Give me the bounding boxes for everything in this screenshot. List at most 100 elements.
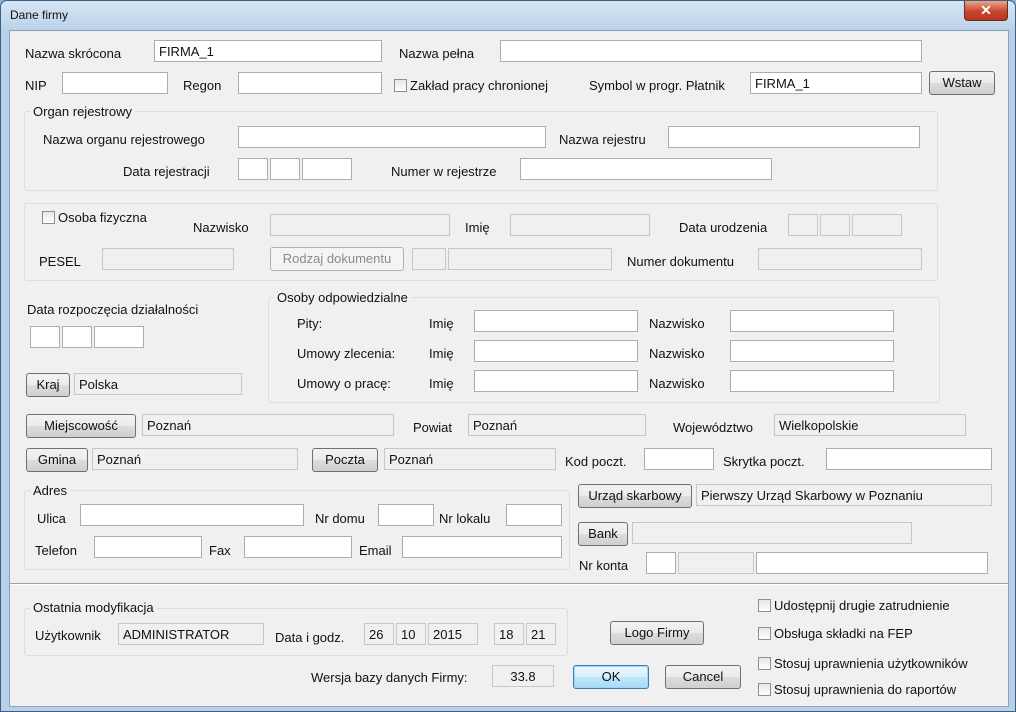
- nip-input[interactable]: [62, 72, 168, 94]
- natural-person-label: Osoba fizyczna: [58, 210, 147, 225]
- user-permissions-checkbox[interactable]: [758, 657, 771, 670]
- reg-date-year-input[interactable]: [302, 158, 352, 180]
- mod-year-field: 2015: [428, 623, 478, 645]
- city-button[interactable]: Miejscowość: [26, 414, 136, 438]
- section-separator: [10, 583, 1008, 585]
- responsible-row-label-pity: Pity:: [297, 316, 323, 331]
- name-label: Imię: [465, 220, 490, 235]
- commune-field: Poznań: [92, 448, 298, 470]
- activity-start-day-input[interactable]: [30, 326, 60, 348]
- registry-group: [24, 111, 938, 191]
- regon-input[interactable]: [238, 72, 382, 94]
- title-bar[interactable]: Dane firmy ✕: [1, 1, 1015, 29]
- email-input[interactable]: [402, 536, 562, 558]
- logo-button[interactable]: Logo Firmy: [610, 621, 704, 645]
- contracts-surname-input[interactable]: [730, 340, 894, 362]
- pesel-input[interactable]: [102, 248, 234, 270]
- cancel-button[interactable]: Cancel: [665, 665, 741, 689]
- fax-input[interactable]: [244, 536, 352, 558]
- email-label: Email: [359, 543, 392, 558]
- address-group-title: Adres: [30, 483, 70, 498]
- second-employment-label: Udostępnij drugie zatrudnienie: [774, 598, 950, 613]
- datetime-label: Data i godz.: [275, 630, 345, 645]
- street-input[interactable]: [80, 504, 304, 526]
- last-modification-title: Ostatnia modyfikacja: [30, 600, 157, 615]
- birth-year-input[interactable]: [852, 214, 902, 236]
- document-code-input[interactable]: [448, 248, 612, 270]
- registry-group-title: Organ rejestrowy: [30, 104, 135, 119]
- tax-office-button[interactable]: Urząd skarbowy: [578, 484, 692, 508]
- document-number-label: Numer dokumentu: [627, 254, 734, 269]
- report-permissions-checkbox[interactable]: [758, 683, 771, 696]
- house-number-label: Nr domu: [315, 511, 365, 526]
- birth-month-input[interactable]: [820, 214, 850, 236]
- protected-workplace-checkbox[interactable]: [394, 79, 407, 92]
- account-control-input[interactable]: [646, 552, 676, 574]
- post-office-field: Poznań: [384, 448, 556, 470]
- short-name-input[interactable]: FIRMA_1: [154, 40, 382, 62]
- dialog-client-area: Nazwa skrócona FIRMA_1 Nazwa pełna NIP R…: [9, 30, 1009, 707]
- natural-person-checkbox[interactable]: [42, 211, 55, 224]
- house-number-input[interactable]: [378, 504, 434, 526]
- reg-date-label: Data rejestracji: [123, 164, 210, 179]
- postal-code-label: Kod poczt.: [565, 454, 627, 469]
- voivodeship-label: Województwo: [673, 420, 753, 435]
- document-series-input[interactable]: [412, 248, 446, 270]
- organ-name-input[interactable]: [238, 126, 546, 148]
- user-permissions-label: Stosuj uprawnienia użytkowników: [774, 656, 968, 671]
- activity-start-year-input[interactable]: [94, 326, 144, 348]
- db-version-field: 33.8: [492, 665, 554, 687]
- symbol-label: Symbol w progr. Płatnik: [589, 78, 725, 93]
- reg-number-input[interactable]: [520, 158, 772, 180]
- second-employment-checkbox[interactable]: [758, 599, 771, 612]
- bank-field: [632, 522, 912, 544]
- short-name-label: Nazwa skrócona: [25, 46, 122, 61]
- responsible-surname-label: Nazwisko: [649, 376, 705, 391]
- country-button[interactable]: Kraj: [26, 373, 70, 397]
- pobox-input[interactable]: [826, 448, 992, 470]
- symbol-input[interactable]: FIRMA_1: [750, 72, 922, 94]
- nip-label: NIP: [25, 78, 47, 93]
- fep-contribution-label: Obsługa składki na FEP: [774, 626, 913, 641]
- document-number-input[interactable]: [758, 248, 922, 270]
- responsible-surname-label: Nazwisko: [649, 346, 705, 361]
- post-office-button[interactable]: Poczta: [312, 448, 378, 472]
- activity-start-month-input[interactable]: [62, 326, 92, 348]
- organ-name-label: Nazwa organu rejestrowego: [43, 132, 205, 147]
- street-label: Ulica: [37, 511, 66, 526]
- reg-date-month-input[interactable]: [270, 158, 300, 180]
- pobox-label: Skrytka poczt.: [723, 454, 805, 469]
- flat-number-input[interactable]: [506, 504, 562, 526]
- commune-button[interactable]: Gmina: [26, 448, 88, 472]
- activity-start-label: Data rozpoczęcia działalności: [27, 302, 199, 317]
- pity-name-input[interactable]: [474, 310, 638, 332]
- surname-input[interactable]: [270, 214, 450, 236]
- country-field: Polska: [74, 373, 242, 395]
- employment-surname-input[interactable]: [730, 370, 894, 392]
- postal-code-input[interactable]: [644, 448, 714, 470]
- fep-contribution-checkbox[interactable]: [758, 627, 771, 640]
- birth-date-label: Data urodzenia: [679, 220, 768, 235]
- address-group: [24, 490, 570, 570]
- ok-button[interactable]: OK: [573, 665, 649, 689]
- name-input[interactable]: [510, 214, 650, 236]
- insert-button[interactable]: Wstaw: [929, 71, 995, 95]
- pity-surname-input[interactable]: [730, 310, 894, 332]
- contracts-name-input[interactable]: [474, 340, 638, 362]
- document-type-button[interactable]: Rodzaj dokumentu: [270, 247, 404, 271]
- county-field: Poznań: [468, 414, 646, 436]
- close-icon[interactable]: ✕: [964, 1, 1008, 21]
- birth-day-input[interactable]: [788, 214, 818, 236]
- phone-input[interactable]: [94, 536, 202, 558]
- responsible-surname-label: Nazwisko: [649, 316, 705, 331]
- window-title: Dane firmy: [10, 8, 69, 22]
- employment-name-input[interactable]: [474, 370, 638, 392]
- full-name-input[interactable]: [500, 40, 922, 62]
- reg-date-day-input[interactable]: [238, 158, 268, 180]
- registry-name-input[interactable]: [668, 126, 920, 148]
- pesel-label: PESEL: [39, 254, 81, 269]
- account-number-input[interactable]: [756, 552, 988, 574]
- responsible-row-label-employment: Umowy o pracę:: [297, 376, 391, 391]
- bank-button[interactable]: Bank: [578, 522, 628, 546]
- city-field: Poznań: [142, 414, 394, 436]
